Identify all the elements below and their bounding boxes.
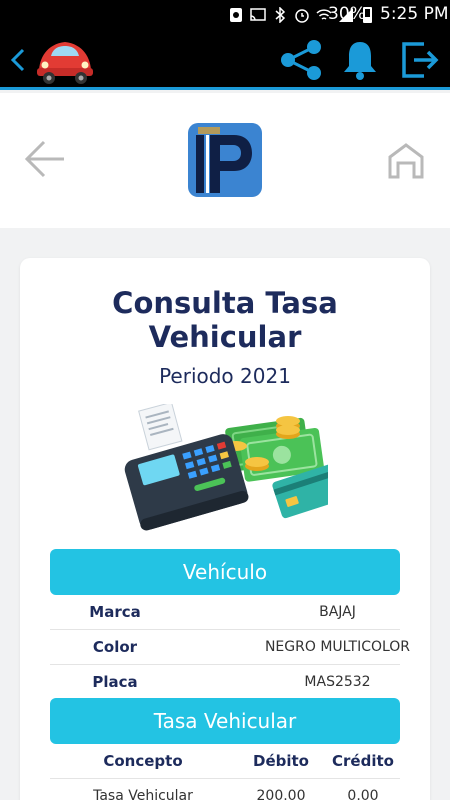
column-header-concepto: Concepto bbox=[103, 752, 183, 770]
row-label: Color bbox=[92, 638, 138, 656]
vehicle-row-color: Color NEGRO MULTICOLOR bbox=[50, 630, 410, 665]
vehicle-row-marca: Marca BAJAJ bbox=[50, 595, 400, 630]
title-line-2: Vehicular bbox=[148, 320, 302, 354]
row-label: Placa bbox=[92, 673, 138, 691]
tax-table-header: Concepto Débito Crédito bbox=[50, 744, 400, 779]
back-chevron-icon[interactable] bbox=[8, 46, 28, 74]
consulta-card: Consulta Tasa Vehicular Periodo 2021 Veh… bbox=[20, 258, 430, 800]
exit-icon[interactable] bbox=[400, 40, 440, 80]
clock: 5:25 PM bbox=[380, 4, 449, 24]
tax-section-header: Tasa Vehicular bbox=[50, 698, 400, 744]
bell-icon[interactable] bbox=[340, 38, 380, 82]
period-subtitle: Periodo 2021 bbox=[159, 364, 291, 388]
cast-icon bbox=[250, 8, 266, 21]
payment-terminal-illustration bbox=[124, 404, 328, 531]
page-title: Consulta Tasa Vehicular bbox=[20, 286, 430, 354]
row-value: MAS2532 bbox=[304, 674, 371, 690]
row-value: NEGRO MULTICOLOR bbox=[264, 639, 411, 655]
cell-debito: 200.00 bbox=[256, 788, 306, 800]
share-icon[interactable] bbox=[278, 38, 324, 82]
table-row: Tasa Vehicular 200.00 0.00 bbox=[50, 779, 400, 800]
cell-concepto: Tasa Vehicular bbox=[93, 788, 193, 800]
app-bar bbox=[0, 30, 450, 90]
app-notification-icon bbox=[230, 8, 242, 22]
vehicle-section-header: Vehículo bbox=[50, 549, 400, 595]
vehicle-row-placa: Placa MAS2532 bbox=[50, 665, 400, 700]
page-header bbox=[0, 93, 450, 228]
battery-percent: 30% bbox=[328, 4, 366, 24]
alarm-icon bbox=[295, 9, 309, 23]
column-header-debito: Débito bbox=[253, 752, 309, 770]
car-logo bbox=[37, 42, 93, 84]
cell-credito: 0.00 bbox=[347, 788, 379, 800]
row-label: Marca bbox=[89, 603, 141, 621]
title-line-1: Consulta Tasa bbox=[112, 286, 338, 320]
status-bar: 30% 5:25 PM bbox=[0, 0, 450, 30]
back-arrow-icon[interactable] bbox=[24, 138, 66, 180]
battery-icon bbox=[363, 7, 372, 23]
bluetooth-icon bbox=[275, 7, 286, 23]
row-value: BAJAJ bbox=[319, 604, 356, 620]
ip-logo bbox=[188, 123, 262, 197]
home-icon[interactable] bbox=[386, 141, 426, 181]
column-header-credito: Crédito bbox=[332, 752, 394, 770]
